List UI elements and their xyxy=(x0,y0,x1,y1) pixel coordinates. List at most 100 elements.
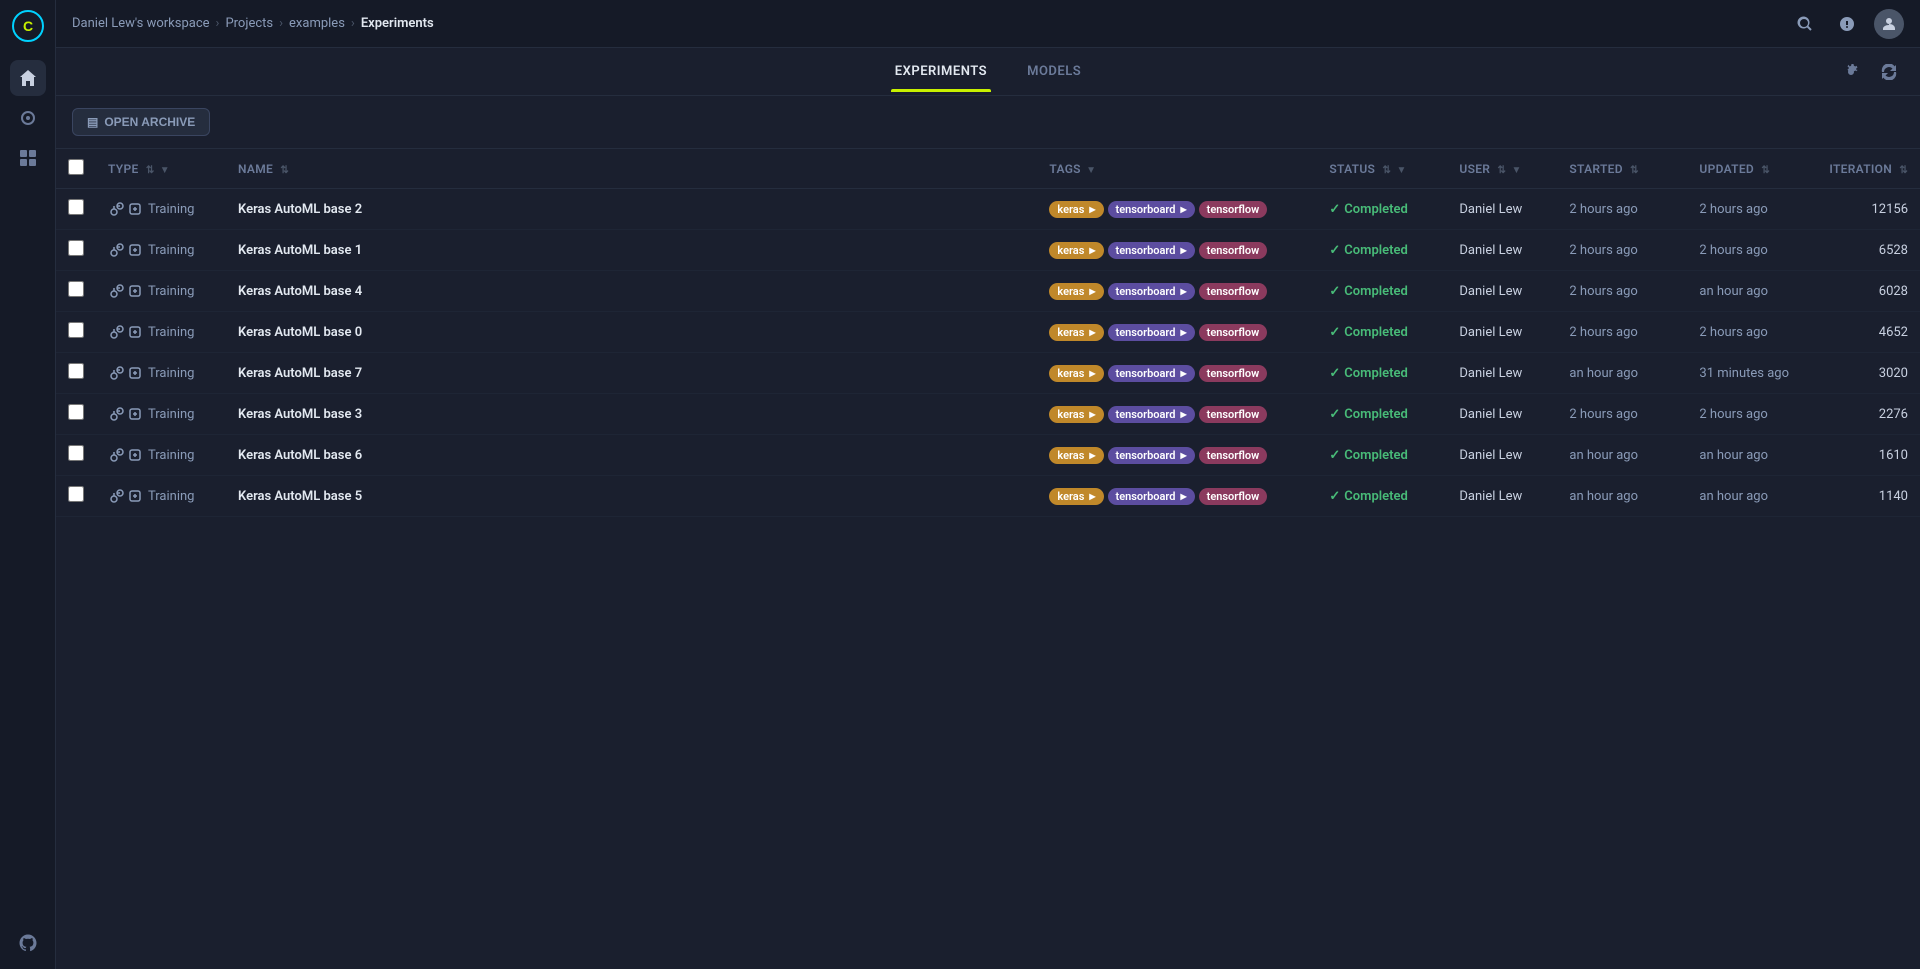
row-type-label: Training xyxy=(148,407,194,422)
tag-tensorboard[interactable]: tensorboard xyxy=(1108,406,1195,423)
row-name-cell[interactable]: Keras AutoML base 4 xyxy=(226,271,1037,312)
table-row[interactable]: Training Keras AutoML base 2 keras tenso… xyxy=(56,189,1920,230)
tag-tensorflow[interactable]: tensorflow xyxy=(1199,283,1268,300)
row-checkbox-0[interactable] xyxy=(68,199,84,215)
row-name-cell[interactable]: Keras AutoML base 6 xyxy=(226,435,1037,476)
table-row[interactable]: Training Keras AutoML base 6 keras tenso… xyxy=(56,435,1920,476)
sidebar-item-grid[interactable] xyxy=(10,140,46,176)
row-checkbox-5[interactable] xyxy=(68,404,84,420)
tag-tensorflow[interactable]: tensorflow xyxy=(1199,488,1268,505)
row-iteration-cell: 4652 xyxy=(1817,312,1920,353)
tag-tensorflow[interactable]: tensorflow xyxy=(1199,447,1268,464)
select-all-checkbox[interactable] xyxy=(68,159,84,175)
row-name-cell[interactable]: Keras AutoML base 0 xyxy=(226,312,1037,353)
tag-tensorflow[interactable]: tensorflow xyxy=(1199,242,1268,259)
tab-experiments[interactable]: EXPERIMENTS xyxy=(891,52,991,91)
refresh-icon[interactable] xyxy=(1874,57,1904,87)
search-icon[interactable] xyxy=(1790,9,1820,39)
sidebar-item-github[interactable] xyxy=(10,925,46,961)
row-checkbox-1[interactable] xyxy=(68,240,84,256)
row-name-cell[interactable]: Keras AutoML base 2 xyxy=(226,189,1037,230)
table-row[interactable]: Training Keras AutoML base 4 keras tenso… xyxy=(56,271,1920,312)
tag-tensorflow[interactable]: tensorflow xyxy=(1199,365,1268,382)
app-logo[interactable]: C xyxy=(10,8,46,44)
row-type-cell: Training xyxy=(96,353,226,394)
tag-keras[interactable]: keras xyxy=(1049,406,1103,423)
row-checkbox-cell xyxy=(56,353,96,394)
row-checkbox-6[interactable] xyxy=(68,445,84,461)
row-started: an hour ago xyxy=(1569,448,1638,463)
row-user: Daniel Lew xyxy=(1459,202,1522,217)
settings-icon[interactable] xyxy=(1836,57,1866,87)
row-checkbox-3[interactable] xyxy=(68,322,84,338)
tag-keras[interactable]: keras xyxy=(1049,488,1103,505)
row-updated: an hour ago xyxy=(1699,448,1768,463)
th-status[interactable]: STATUS ⇅ ▼ xyxy=(1317,149,1447,189)
row-checkbox-2[interactable] xyxy=(68,281,84,297)
row-tags-cell: keras tensorboard tensorflow xyxy=(1037,394,1317,435)
row-type-cell: Training xyxy=(96,312,226,353)
breadcrumb-workspace[interactable]: Daniel Lew's workspace xyxy=(72,16,210,31)
th-tags[interactable]: TAGS ▼ xyxy=(1037,149,1317,189)
tag-tensorboard[interactable]: tensorboard xyxy=(1108,324,1195,341)
tag-tensorboard[interactable]: tensorboard xyxy=(1108,283,1195,300)
table-row[interactable]: Training Keras AutoML base 1 keras tenso… xyxy=(56,230,1920,271)
breadcrumb-projects[interactable]: Projects xyxy=(225,16,273,31)
tag-tensorflow[interactable]: tensorflow xyxy=(1199,201,1268,218)
row-name-cell[interactable]: Keras AutoML base 1 xyxy=(226,230,1037,271)
tag-tensorboard[interactable]: tensorboard xyxy=(1108,365,1195,382)
sidebar-item-home[interactable] xyxy=(10,60,46,96)
row-type-label: Training xyxy=(148,325,194,340)
tag-tensorboard[interactable]: tensorboard xyxy=(1108,242,1195,259)
user-avatar[interactable] xyxy=(1874,9,1904,39)
tag-tensorflow[interactable]: tensorflow xyxy=(1199,406,1268,423)
th-type[interactable]: TYPE ⇅ ▼ xyxy=(96,149,226,189)
row-user: Daniel Lew xyxy=(1459,407,1522,422)
row-type-cell: Training xyxy=(96,230,226,271)
tag-keras[interactable]: keras xyxy=(1049,365,1103,382)
th-started[interactable]: STARTED ⇅ xyxy=(1557,149,1687,189)
table-row[interactable]: Training Keras AutoML base 0 keras tenso… xyxy=(56,312,1920,353)
tag-keras[interactable]: keras xyxy=(1049,447,1103,464)
tags-filter-icon: ▼ xyxy=(1086,165,1096,176)
row-tags-cell: keras tensorboard tensorflow xyxy=(1037,353,1317,394)
status-badge: ✓ Completed xyxy=(1329,284,1435,299)
updated-sort-icon: ⇅ xyxy=(1761,165,1770,176)
row-updated-cell: an hour ago xyxy=(1687,476,1817,517)
row-iteration: 12156 xyxy=(1871,202,1908,217)
tab-models[interactable]: MODELS xyxy=(1023,52,1085,91)
breadcrumb-examples[interactable]: examples xyxy=(289,16,345,31)
table-row[interactable]: Training Keras AutoML base 5 keras tenso… xyxy=(56,476,1920,517)
tag-tensorboard[interactable]: tensorboard xyxy=(1108,488,1195,505)
check-icon: ✓ xyxy=(1329,243,1340,258)
training-icon xyxy=(108,282,142,300)
open-archive-button[interactable]: ▤ OPEN ARCHIVE xyxy=(72,108,210,136)
th-user[interactable]: USER ⇅ ▼ xyxy=(1447,149,1557,189)
th-updated[interactable]: UPDATED ⇅ xyxy=(1687,149,1817,189)
help-icon[interactable] xyxy=(1832,9,1862,39)
table-row[interactable]: Training Keras AutoML base 7 keras tenso… xyxy=(56,353,1920,394)
tag-keras[interactable]: keras xyxy=(1049,201,1103,218)
row-started-cell: an hour ago xyxy=(1557,435,1687,476)
row-checkbox-7[interactable] xyxy=(68,486,84,502)
tag-tensorboard[interactable]: tensorboard xyxy=(1108,201,1195,218)
training-icon xyxy=(108,446,142,464)
tag-tensorboard[interactable]: tensorboard xyxy=(1108,447,1195,464)
th-iteration[interactable]: ITERATION ⇅ xyxy=(1817,149,1920,189)
tag-keras[interactable]: keras xyxy=(1049,283,1103,300)
row-checkbox-cell xyxy=(56,271,96,312)
row-checkbox-4[interactable] xyxy=(68,363,84,379)
row-type-label: Training xyxy=(148,448,194,463)
row-name-cell[interactable]: Keras AutoML base 5 xyxy=(226,476,1037,517)
th-name[interactable]: NAME ⇅ xyxy=(226,149,1037,189)
row-status-cell: ✓ Completed xyxy=(1317,476,1447,517)
tag-tensorflow[interactable]: tensorflow xyxy=(1199,324,1268,341)
row-name-cell[interactable]: Keras AutoML base 7 xyxy=(226,353,1037,394)
row-name-cell[interactable]: Keras AutoML base 3 xyxy=(226,394,1037,435)
row-updated: 2 hours ago xyxy=(1699,407,1767,422)
tag-keras[interactable]: keras xyxy=(1049,324,1103,341)
row-status-cell: ✓ Completed xyxy=(1317,394,1447,435)
sidebar-item-experiments[interactable] xyxy=(10,100,46,136)
tag-keras[interactable]: keras xyxy=(1049,242,1103,259)
table-row[interactable]: Training Keras AutoML base 3 keras tenso… xyxy=(56,394,1920,435)
